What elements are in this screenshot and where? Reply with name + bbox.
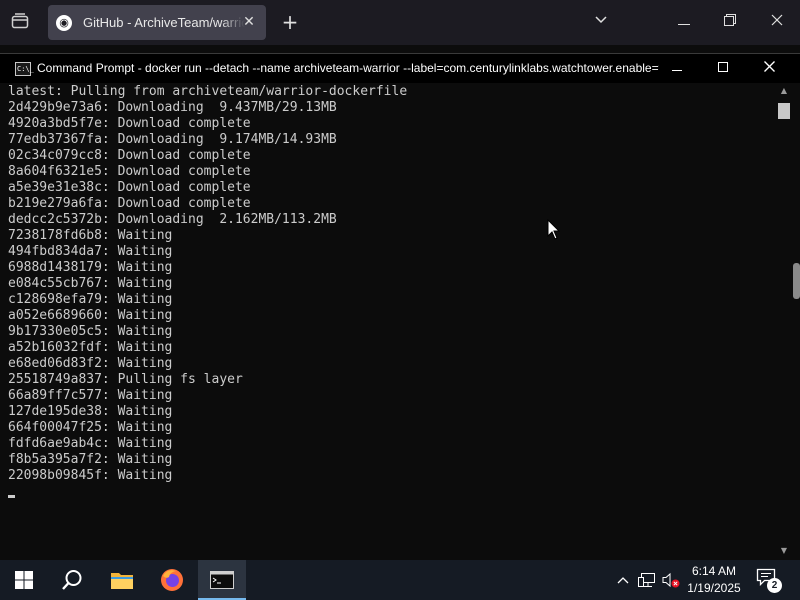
cmd-close-button[interactable] bbox=[746, 54, 792, 84]
cmd-maximize-button[interactable] bbox=[700, 54, 746, 84]
github-icon: ◉ bbox=[56, 14, 72, 31]
clock[interactable]: 6:14 AM 1/19/2025 bbox=[680, 563, 748, 597]
console-line: 7238178fd6b8: Waiting bbox=[8, 228, 173, 243]
scroll-up-arrow-icon[interactable]: ▲ bbox=[776, 84, 792, 98]
chevron-up-icon bbox=[617, 577, 629, 584]
firefox-view-icon[interactable] bbox=[10, 13, 30, 31]
list-all-tabs-button[interactable] bbox=[592, 11, 610, 33]
command-prompt-window: C:\_ Command Prompt - docker run --detac… bbox=[0, 53, 800, 560]
taskbar: 6:14 AM 1/19/2025 2 bbox=[0, 560, 800, 600]
folder-icon bbox=[111, 573, 133, 589]
console-line: 77edb37367fa: Downloading 9.174MB/14.93M… bbox=[8, 132, 337, 147]
file-explorer-button[interactable] bbox=[98, 560, 146, 600]
tab-close-icon[interactable]: ✕ bbox=[240, 13, 258, 31]
scroll-thumb[interactable] bbox=[778, 103, 790, 119]
volume-muted-icon bbox=[662, 572, 680, 588]
browser-close-button[interactable] bbox=[754, 0, 800, 45]
console-scrollbar[interactable]: ▲ ▼ bbox=[776, 84, 792, 558]
start-button[interactable] bbox=[0, 560, 48, 600]
firefox-button[interactable] bbox=[148, 560, 196, 600]
cmd-minimize-button[interactable] bbox=[654, 54, 700, 84]
notification-count-badge: 2 bbox=[767, 578, 782, 593]
console-line: 22098b09845f: Waiting bbox=[8, 468, 173, 483]
clock-time: 6:14 AM bbox=[691, 564, 737, 578]
console-output[interactable]: latest: Pulling from archiveteam/warrior… bbox=[8, 84, 772, 554]
command-prompt-taskbar-button[interactable] bbox=[198, 560, 246, 600]
console-line: 2d429b9e73a6: Downloading 9.437MB/29.13M… bbox=[8, 100, 337, 115]
console-line: e68ed06d83f2: Waiting bbox=[8, 356, 173, 371]
text-cursor bbox=[8, 495, 15, 498]
show-hidden-icons-button[interactable] bbox=[612, 560, 634, 600]
console-line: a52b16032fdf: Waiting bbox=[8, 340, 173, 355]
browser-minimize-button[interactable] bbox=[661, 0, 707, 45]
console-line: 02c34c079cc8: Download complete bbox=[8, 148, 251, 163]
scroll-down-arrow-icon[interactable]: ▼ bbox=[776, 544, 792, 558]
command-prompt-titlebar[interactable]: C:\_ Command Prompt - docker run --detac… bbox=[0, 53, 800, 83]
browser-restore-button[interactable] bbox=[707, 0, 753, 45]
browser-tab-bar: ◉ GitHub - ArchiveTeam/warrior-dockerfil… bbox=[0, 0, 800, 45]
console-line: 66a89ff7c577: Waiting bbox=[8, 388, 173, 403]
console-line: 6988d1438179: Waiting bbox=[8, 260, 173, 275]
windows-icon bbox=[15, 571, 33, 589]
page-scroll-thumb[interactable] bbox=[793, 263, 800, 299]
tab-github[interactable]: ◉ GitHub - ArchiveTeam/warrior-dockerfil… bbox=[48, 5, 266, 40]
console-line: fdfd6ae9ab4c: Waiting bbox=[8, 436, 173, 451]
console-line: 4920a3bd5f7e: Download complete bbox=[8, 116, 251, 131]
new-tab-button[interactable]: + bbox=[280, 10, 300, 34]
console-line: a5e39e31e38c: Download complete bbox=[8, 180, 251, 195]
console-line: f8b5a395a7f2: Waiting bbox=[8, 452, 173, 467]
console-line: a052e6689660: Waiting bbox=[8, 308, 173, 323]
volume-button[interactable] bbox=[660, 560, 682, 600]
console-line: 8a604f6321e5: Download complete bbox=[8, 164, 251, 179]
console-line: c128698efa79: Waiting bbox=[8, 292, 173, 307]
mouse-pointer-icon bbox=[547, 219, 561, 240]
command-prompt-icon bbox=[210, 571, 234, 589]
console-line: dedcc2c5372b: Downloading 2.162MB/113.2M… bbox=[8, 212, 337, 227]
console-line: latest: Pulling from archiveteam/warrior… bbox=[8, 84, 408, 99]
clock-date: 1/19/2025 bbox=[687, 581, 741, 595]
command-prompt-icon: C:\_ bbox=[15, 62, 34, 76]
notification-center-button[interactable]: 2 bbox=[756, 568, 782, 593]
firefox-icon bbox=[161, 569, 183, 591]
console-line: b219e279a6fa: Download complete bbox=[8, 196, 251, 211]
search-icon bbox=[62, 570, 82, 590]
network-icon bbox=[638, 573, 655, 587]
console-line: e084c55cb767: Waiting bbox=[8, 276, 173, 291]
console-line: 664f00047f25: Waiting bbox=[8, 420, 173, 435]
search-button[interactable] bbox=[48, 560, 96, 600]
console-line: 9b17330e05c5: Waiting bbox=[8, 324, 173, 339]
console-line: 494fbd834da7: Waiting bbox=[8, 244, 173, 259]
network-button[interactable] bbox=[636, 560, 658, 600]
console-line: 25518749a837: Pulling fs layer bbox=[8, 372, 243, 387]
tab-title: GitHub - ArchiveTeam/warrior-dockerfile bbox=[83, 15, 245, 30]
window-title: Command Prompt - docker run --detach --n… bbox=[37, 61, 659, 75]
console-line: 127de195de38: Waiting bbox=[8, 404, 173, 419]
